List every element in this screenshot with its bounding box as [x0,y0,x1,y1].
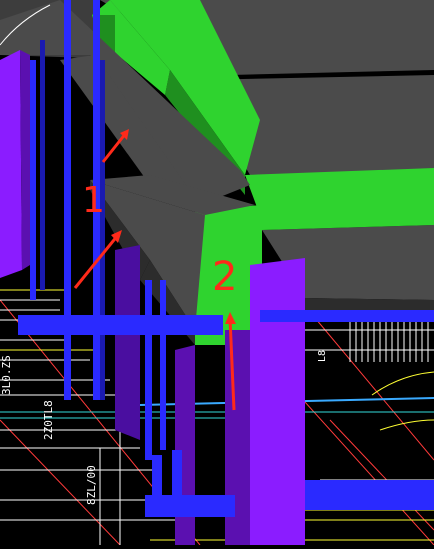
cad-text-label: 2Z0TL8 [42,400,55,440]
cad-text-label: 3L0.ZS [0,355,13,395]
cad-text-label: 8ZL/00 [85,465,98,505]
annotation-label-1: 1 [82,180,105,221]
model-scene: 3L0.ZS 2Z0TL8 8ZL/00 L8 1 2 [0,0,434,546]
annotation-label-2: 2 [212,254,237,300]
3d-model-viewport[interactable]: 3L0.ZS 2Z0TL8 8ZL/00 L8 1 2 [0,0,434,546]
cad-text-label: L8 [317,350,328,362]
